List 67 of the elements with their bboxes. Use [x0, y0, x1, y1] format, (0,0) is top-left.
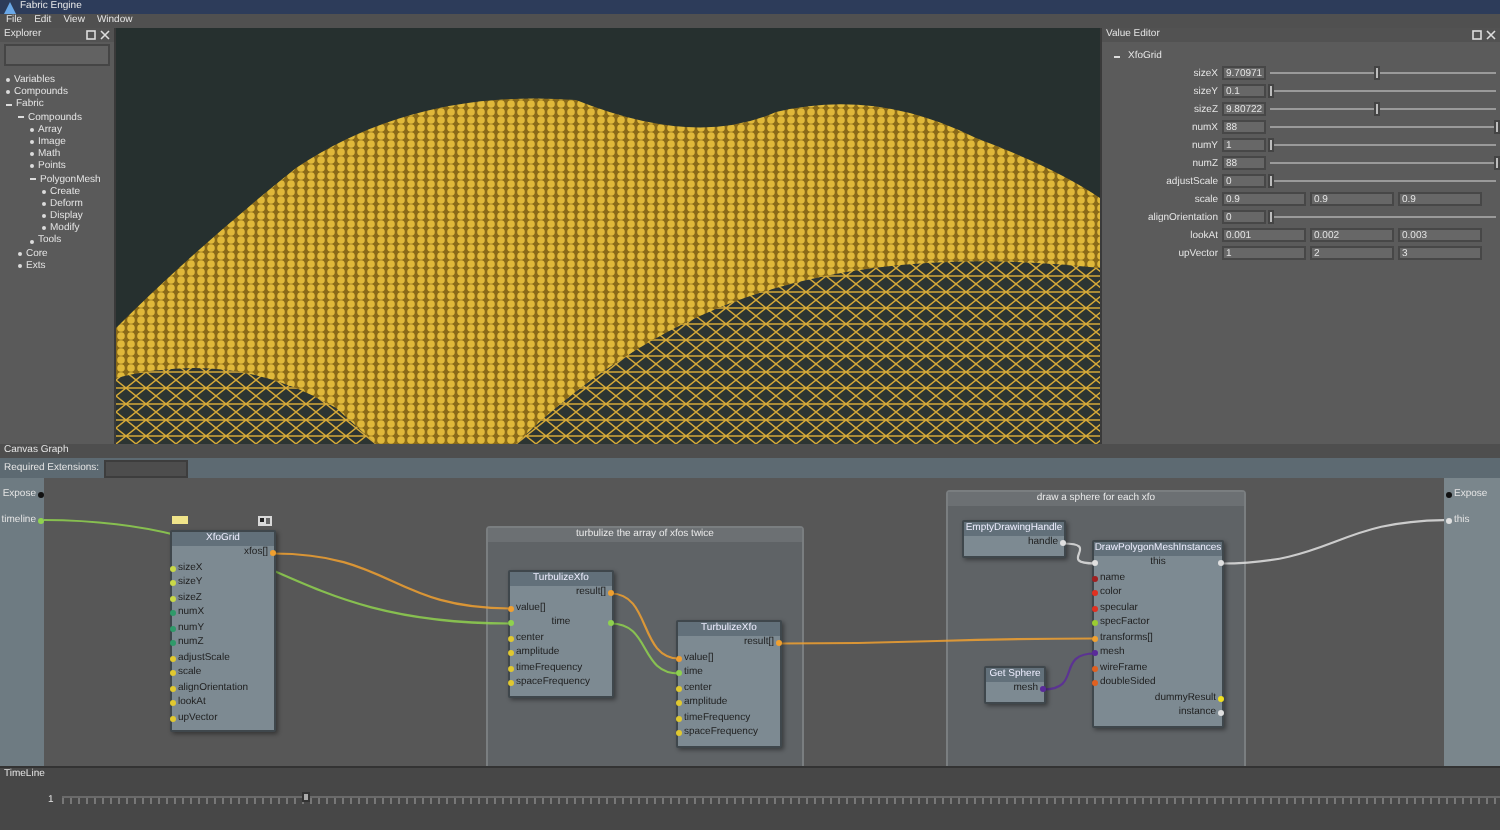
timeline-slider[interactable]	[61, 796, 1500, 804]
port-dot[interactable]	[676, 730, 682, 737]
port-dot[interactable]	[170, 580, 176, 587]
slider-thumb[interactable]	[1267, 138, 1273, 152]
float-icon[interactable]	[1472, 30, 1482, 40]
port-dot[interactable]	[170, 610, 176, 617]
port-dot[interactable]	[607, 620, 614, 627]
port-dot[interactable]	[38, 517, 44, 523]
node-tag	[172, 516, 188, 524]
slider-thumb[interactable]	[1267, 84, 1273, 98]
port-dot[interactable]	[676, 685, 682, 692]
connection-wire	[610, 622, 680, 675]
connection-wire	[1062, 542, 1096, 565]
port-dot[interactable]	[1092, 605, 1098, 612]
port-dot[interactable]	[776, 640, 782, 647]
port-dot[interactable]	[1060, 540, 1066, 547]
port-dot[interactable]	[1092, 575, 1098, 582]
port-dot[interactable]	[1446, 491, 1452, 497]
port-dot[interactable]	[170, 595, 176, 602]
node-options-icon[interactable]	[258, 516, 272, 526]
port-dot[interactable]	[170, 640, 176, 647]
port-dot[interactable]	[608, 590, 614, 597]
port-dot[interactable]	[1092, 620, 1098, 627]
float-icon[interactable]	[86, 30, 96, 40]
port-dot[interactable]	[1092, 590, 1098, 597]
port-dot[interactable]	[1092, 560, 1098, 567]
port-dot[interactable]	[1218, 695, 1224, 702]
port-dot[interactable]	[170, 670, 176, 677]
port-dot[interactable]	[1446, 517, 1452, 523]
close-icon[interactable]	[100, 30, 110, 40]
port-dot[interactable]	[508, 680, 514, 687]
port-dot[interactable]	[170, 715, 176, 722]
slider-thumb[interactable]	[1267, 210, 1273, 224]
connection-wire	[1042, 652, 1096, 691]
slider-thumb[interactable]	[1493, 120, 1499, 134]
port-dot[interactable]	[1040, 686, 1046, 693]
port-dot[interactable]	[508, 620, 514, 627]
port-dot[interactable]	[170, 655, 176, 662]
port-dot[interactable]	[1218, 560, 1224, 567]
port-dot[interactable]	[676, 715, 682, 722]
port-dot[interactable]	[170, 625, 176, 632]
port-dot[interactable]	[38, 491, 44, 497]
port-dot[interactable]	[676, 700, 682, 707]
port-dot[interactable]	[170, 700, 176, 707]
slider-thumb[interactable]	[1493, 156, 1499, 170]
search-field[interactable]	[4, 44, 110, 66]
port-dot[interactable]	[508, 635, 514, 642]
slider-thumb[interactable]	[1373, 66, 1380, 80]
timeline-handle[interactable]	[302, 792, 311, 802]
connection-wire	[610, 592, 680, 660]
port-dot[interactable]	[170, 685, 176, 692]
extensions-field[interactable]	[103, 459, 188, 477]
port-dot[interactable]	[676, 670, 682, 677]
port-dot[interactable]	[1092, 680, 1098, 687]
port-dot[interactable]	[508, 665, 514, 672]
close-icon[interactable]	[1486, 30, 1496, 40]
port-dot[interactable]	[508, 605, 514, 612]
slider-thumb[interactable]	[1373, 102, 1380, 116]
port-dot[interactable]	[676, 655, 682, 662]
slider-thumb[interactable]	[1267, 174, 1273, 188]
port-dot[interactable]	[1092, 635, 1098, 642]
port-dot[interactable]	[170, 565, 176, 572]
port-dot[interactable]	[1218, 710, 1224, 717]
port-dot[interactable]	[270, 550, 276, 557]
port-dot[interactable]	[508, 650, 514, 657]
port-dot[interactable]	[1092, 665, 1098, 672]
port-dot[interactable]	[1092, 650, 1098, 657]
